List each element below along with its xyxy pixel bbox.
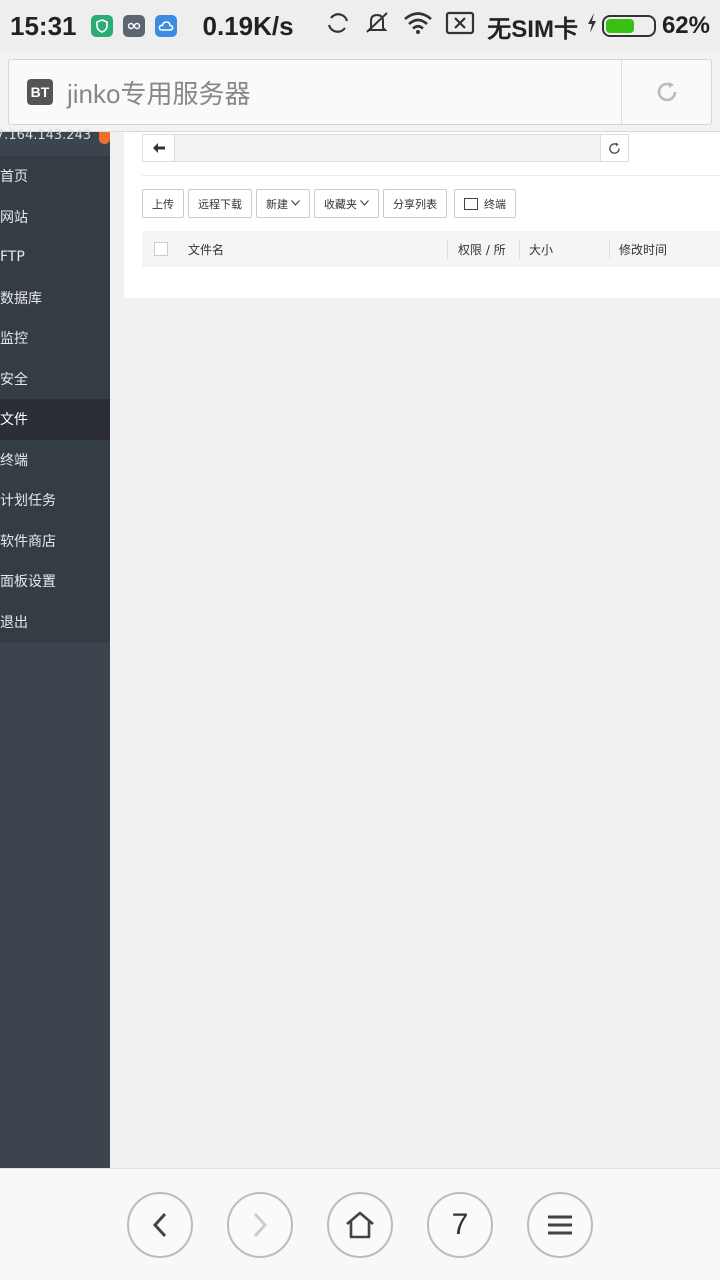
chevron-right-icon	[253, 1212, 268, 1238]
sidebar-item-terminal[interactable]: 终端	[0, 440, 110, 481]
no-sim-icon	[445, 11, 475, 41]
column-separator	[447, 239, 448, 259]
select-all-checkbox[interactable]	[154, 242, 168, 256]
nav-forward-button[interactable]	[227, 1192, 293, 1258]
column-separator	[609, 239, 610, 259]
server-ip: 7.164.143.243	[0, 128, 110, 154]
clock: 15:31	[10, 10, 77, 41]
page-title: jinko专用服务器	[67, 78, 251, 109]
terminal-button[interactable]: 终端	[454, 189, 516, 218]
reload-icon	[657, 82, 676, 102]
sidebar: 7.164.143.243 首页 网站 FTP 数据库 监控 安全 文件 终端 …	[0, 128, 110, 1168]
column-size[interactable]: 大小	[529, 231, 553, 267]
wifi-icon	[403, 11, 433, 41]
site-logo: BT	[27, 79, 53, 105]
terminal-icon	[464, 197, 478, 210]
remote-download-button[interactable]: 远程下载	[188, 189, 252, 218]
upload-button[interactable]: 上传	[142, 189, 184, 218]
divider	[142, 175, 720, 176]
new-button[interactable]: 新建	[256, 189, 310, 218]
sidebar-item-settings[interactable]: 面板设置	[0, 561, 110, 602]
column-separator	[519, 239, 520, 259]
cloud-icon	[154, 15, 177, 37]
shield-icon	[90, 15, 113, 37]
menu-icon	[548, 1215, 572, 1235]
home-icon	[346, 1211, 374, 1239]
status-bar: 15:31 0.19K/s 无SIM卡 62%	[0, 0, 720, 52]
sidebar-item-cron[interactable]: 计划任务	[0, 480, 110, 521]
sidebar-item-security[interactable]: 安全	[0, 359, 110, 400]
chevron-down-icon	[291, 198, 300, 209]
nav-back-button[interactable]	[127, 1192, 193, 1258]
nav-menu-button[interactable]	[527, 1192, 593, 1258]
charging-icon	[586, 12, 598, 40]
app-icon	[122, 15, 145, 37]
tab-count: 7	[451, 1208, 469, 1241]
browser-bottom-nav: 7	[0, 1168, 720, 1280]
sidebar-item-store[interactable]: 软件商店	[0, 521, 110, 562]
path-refresh-button[interactable]	[601, 134, 629, 162]
column-permission[interactable]: 权限 / 所	[458, 231, 506, 267]
chevron-down-icon	[360, 198, 369, 209]
file-table-header: 文件名 权限 / 所 大小 修改时间	[142, 231, 720, 267]
nav-tabs-button[interactable]: 7	[427, 1192, 493, 1258]
file-manager-panel: 上传 远程下载 新建 收藏夹 分享列表 终端 文件名 权限 / 所 大小 修改时…	[124, 132, 720, 298]
refresh-icon	[609, 141, 620, 154]
reload-button[interactable]	[621, 60, 711, 124]
sidebar-item-ftp[interactable]: FTP	[0, 237, 110, 278]
back-button[interactable]	[142, 134, 175, 162]
arrow-left-icon	[152, 143, 165, 153]
sidebar-item-database[interactable]: 数据库	[0, 278, 110, 319]
sidebar-item-home[interactable]: 首页	[0, 156, 110, 197]
file-toolbar: 上传 远程下载 新建 收藏夹 分享列表 终端	[142, 189, 520, 218]
network-speed: 0.19K/s	[202, 10, 294, 41]
battery-icon	[601, 15, 656, 37]
sidebar-item-files[interactable]: 文件	[0, 399, 110, 440]
sidebar-item-monitor[interactable]: 监控	[0, 318, 110, 359]
nav-home-button[interactable]	[327, 1192, 393, 1258]
path-bar	[142, 134, 720, 162]
sidebar-item-logout[interactable]: 退出	[0, 602, 110, 643]
sidebar-menu: 首页 网站 FTP 数据库 监控 安全 文件 终端 计划任务 软件商店 面板设置…	[0, 156, 110, 642]
share-list-button[interactable]: 分享列表	[383, 189, 447, 218]
column-name[interactable]: 文件名	[188, 231, 224, 267]
favorites-button[interactable]: 收藏夹	[314, 189, 379, 218]
path-input[interactable]	[175, 134, 601, 162]
browser-address-bar: BT jinko专用服务器	[0, 52, 720, 132]
sidebar-item-site[interactable]: 网站	[0, 197, 110, 238]
column-mtime[interactable]: 修改时间	[619, 231, 667, 267]
mute-icon	[363, 10, 391, 42]
sync-icon	[325, 10, 351, 42]
chevron-left-icon	[152, 1212, 167, 1238]
sim-status: 无SIM卡	[487, 15, 578, 43]
notification-badge[interactable]	[99, 132, 110, 144]
battery-percent: 62%	[661, 12, 710, 39]
url-field[interactable]: BT jinko专用服务器	[8, 59, 712, 125]
